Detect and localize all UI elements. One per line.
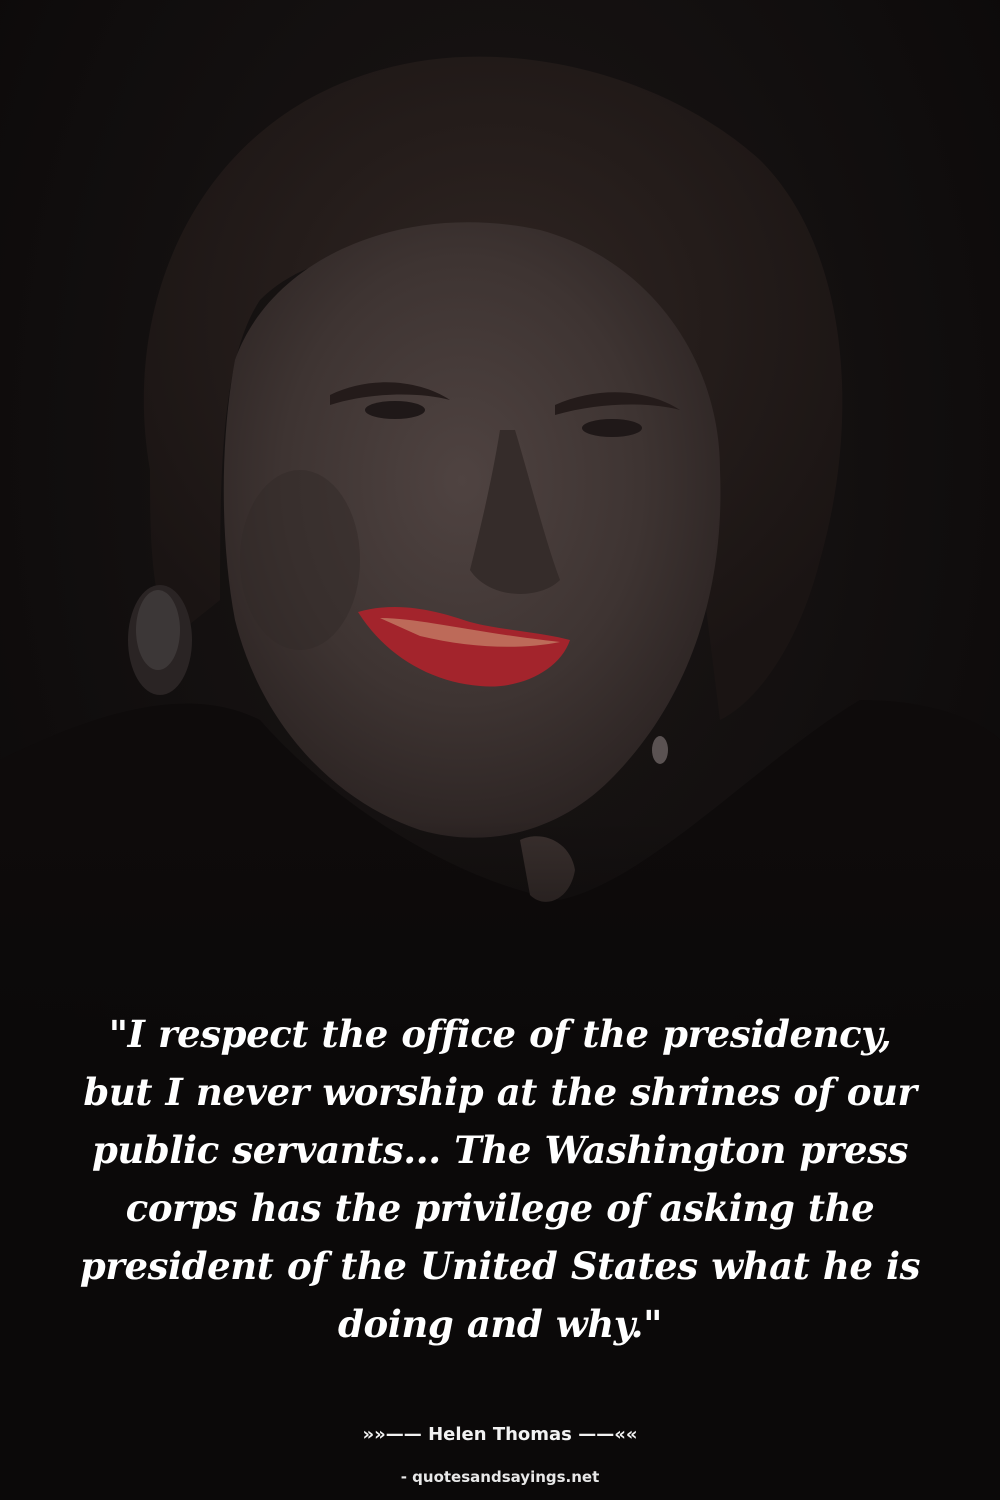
quote-text: "I respect the office of the presidency,… (79, 1012, 921, 1346)
author-name: Helen Thomas (428, 1424, 572, 1445)
source-credit: - quotesandsayings.net (400, 1468, 600, 1486)
quote-card: "I respect the office of the presidency,… (0, 0, 1000, 1500)
author-prefix: »»—— (362, 1424, 422, 1445)
author-suffix: ——«« (578, 1424, 638, 1445)
author-attribution: »»—— Helen Thomas ——«« (0, 1424, 1000, 1445)
